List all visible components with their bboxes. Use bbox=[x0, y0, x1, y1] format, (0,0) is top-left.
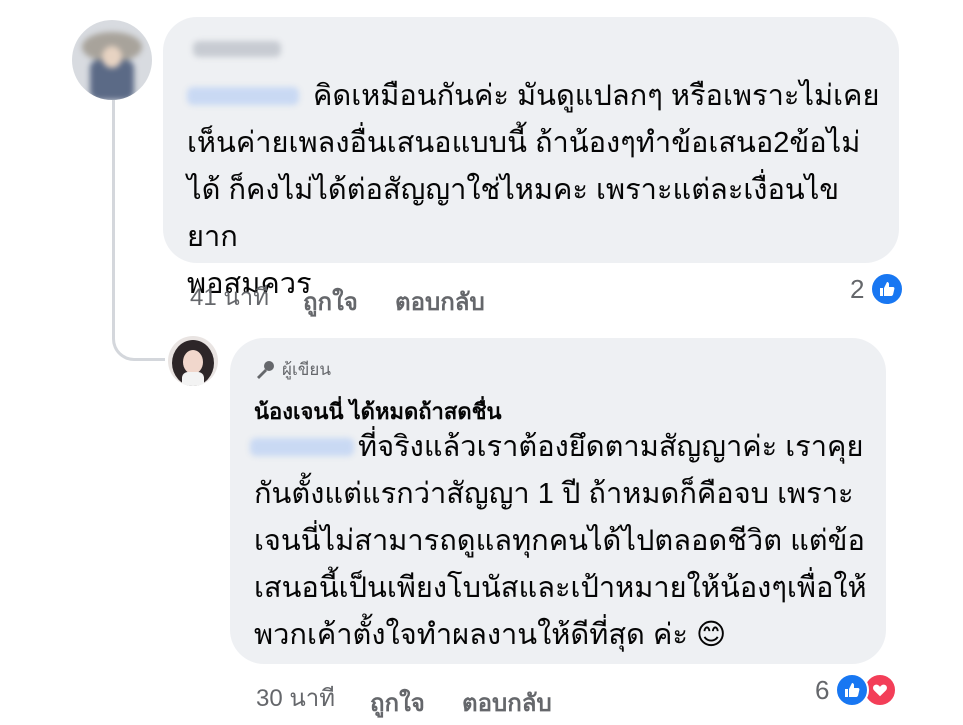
like-icon bbox=[835, 673, 870, 707]
author-avatar[interactable] bbox=[168, 336, 218, 386]
reaction-count: 2 bbox=[850, 273, 865, 304]
microphone-icon bbox=[257, 360, 274, 379]
commenter-name-redacted[interactable] bbox=[193, 41, 281, 57]
reply-bubble: ผู้เขียน น้องเจนนี่ ได้หมดถ้าสดชื่น ที่จ… bbox=[230, 338, 886, 664]
like-button[interactable]: ถูกใจ bbox=[370, 683, 425, 722]
comment-reactions[interactable]: 2 bbox=[850, 272, 905, 306]
thread-connector bbox=[112, 300, 165, 361]
author-badge-label: ผู้เขียน bbox=[282, 360, 331, 379]
like-icon bbox=[870, 272, 905, 306]
thread-line bbox=[112, 85, 115, 315]
like-button[interactable]: ถูกใจ bbox=[303, 282, 358, 321]
reply-text: ที่จริงแล้วเราต้องยึดตามสัญญาค่ะ เราคุย … bbox=[254, 431, 867, 651]
author-badge: ผู้เขียน bbox=[254, 356, 331, 383]
commenter-avatar[interactable] bbox=[72, 20, 152, 100]
reaction-count: 6 bbox=[815, 674, 830, 705]
reply-time[interactable]: 30 นาที bbox=[256, 678, 335, 717]
comment-time[interactable]: 41 นาที bbox=[190, 277, 269, 316]
reply-reactions[interactable]: 6 bbox=[815, 673, 898, 707]
comment-bubble: คิดเหมือนกันค่ะ มันดูแปลกๆ หรือเพราะไม่เ… bbox=[163, 17, 899, 300]
reply-button[interactable]: ตอบกลับ bbox=[395, 282, 485, 321]
comment-text: คิดเหมือนกันค่ะ มันดูแปลกๆ หรือเพราะไม่เ… bbox=[187, 80, 880, 300]
reply-button[interactable]: ตอบกลับ bbox=[462, 683, 552, 722]
